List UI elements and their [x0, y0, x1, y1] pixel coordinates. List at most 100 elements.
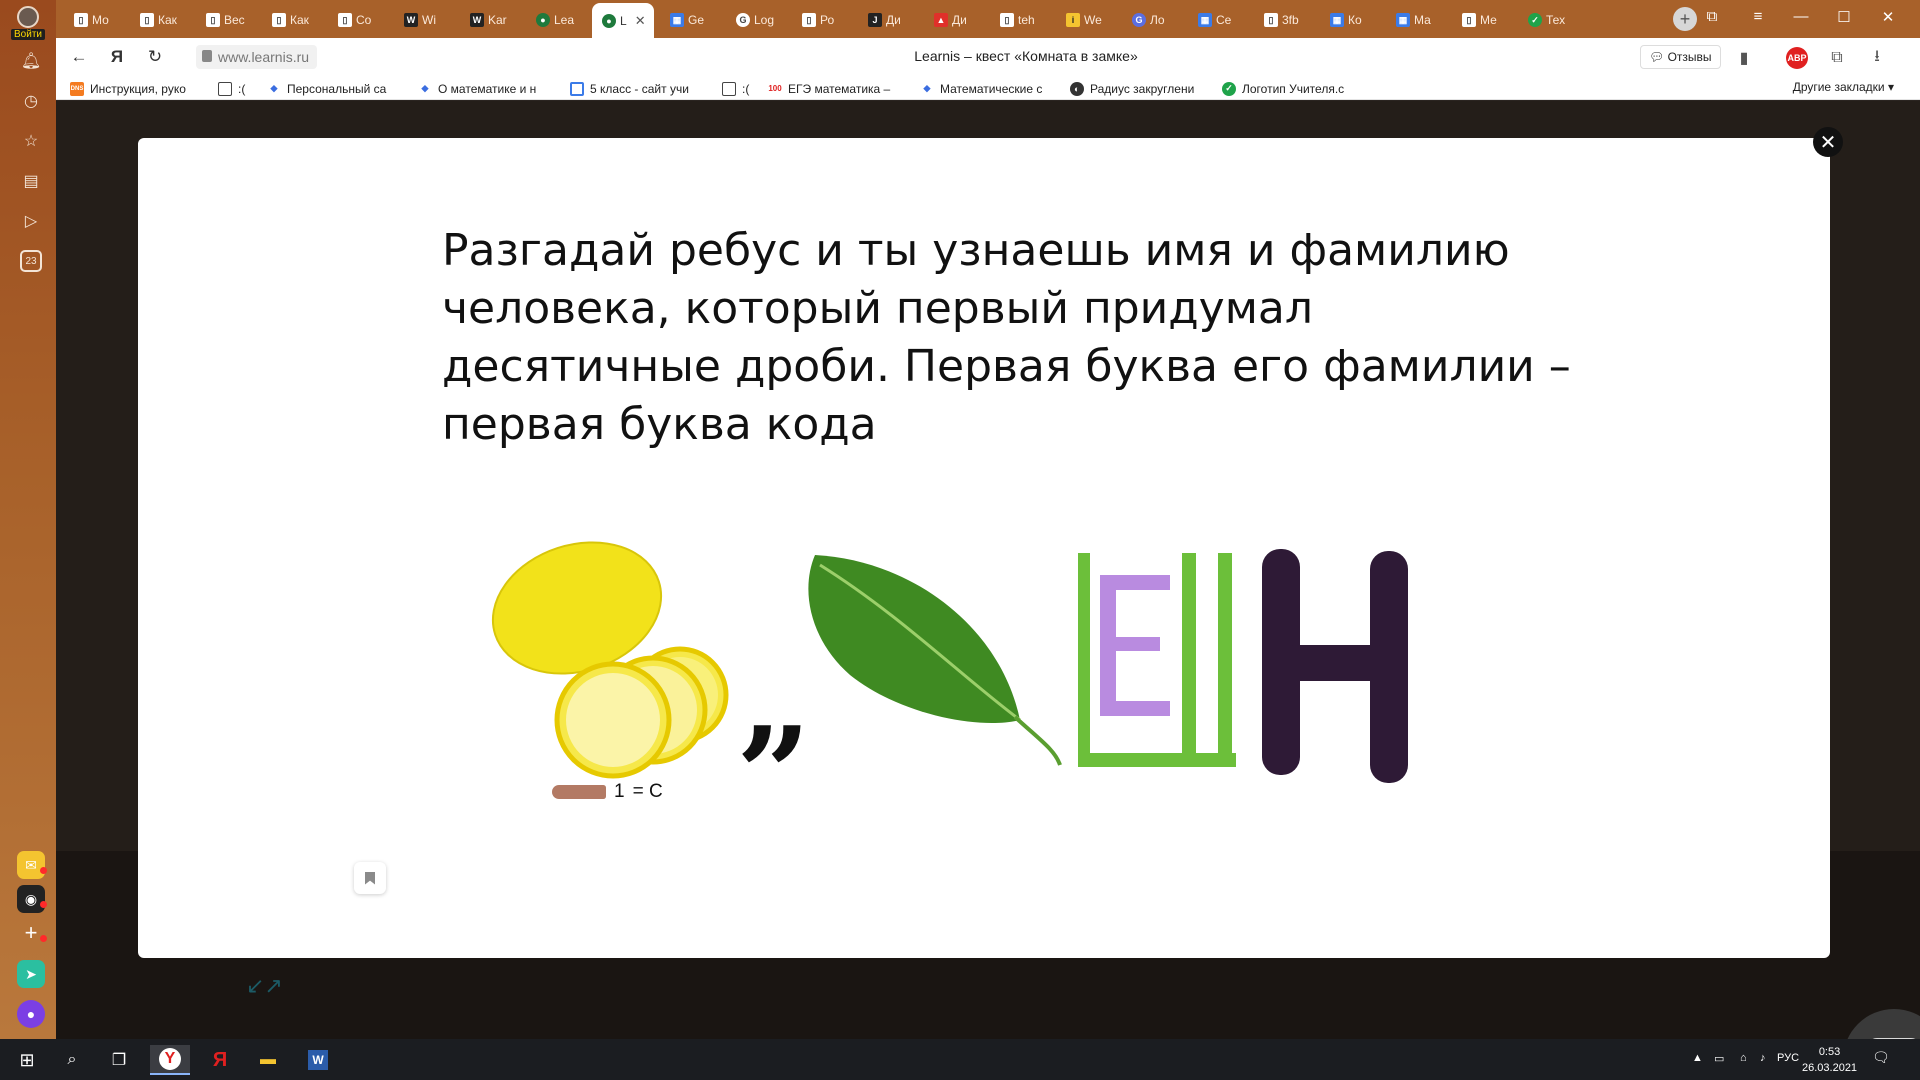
page-title: Learnis – квест «Комната в замке» — [914, 48, 1138, 64]
back-icon[interactable]: ← — [68, 46, 90, 68]
search-icon[interactable]: ⌕ — [55, 1045, 89, 1075]
add-app-icon[interactable]: + — [17, 919, 47, 947]
bookmark-item[interactable]: :( — [722, 80, 758, 97]
page-icon: ▯ — [272, 13, 286, 27]
tab[interactable]: G Log — [726, 6, 786, 34]
learnis-icon: ● — [602, 13, 616, 28]
tab[interactable]: ▯ Как — [130, 6, 190, 34]
star-icon[interactable]: ☆ — [20, 130, 42, 152]
other-bookmarks[interactable]: Другие закладки ▾ — [1793, 80, 1894, 94]
tab[interactable]: G Ло — [1122, 6, 1182, 34]
history-icon[interactable]: ◷ — [20, 90, 42, 112]
file-explorer-icon[interactable]: ▬ — [248, 1045, 288, 1075]
hundred-icon: 100 — [768, 84, 782, 93]
check-icon: ✓ — [1528, 13, 1542, 27]
volume-icon[interactable]: ♪ — [1760, 1052, 1766, 1064]
windows-start-icon[interactable]: ⊞ — [10, 1045, 44, 1075]
logo-icon: G — [736, 13, 750, 27]
bookmark-icon — [365, 871, 375, 885]
word-icon[interactable]: W — [298, 1045, 338, 1075]
bookmark-item[interactable]: ◆ Математические с — [920, 80, 1058, 97]
tab[interactable]: ▯ 3fb — [1254, 6, 1314, 34]
yandex-browser-taskbar-icon[interactable]: Y — [150, 1045, 190, 1075]
bookmark-item[interactable]: DNS Инструкция, руко — [70, 80, 210, 97]
maximize-icon[interactable]: ☐ — [1832, 8, 1856, 26]
bell-icon[interactable]: 🔔︎ — [20, 50, 42, 72]
tab[interactable]: ▦ Се — [1188, 6, 1248, 34]
bookmark-add-icon[interactable]: ▮ — [1733, 47, 1755, 69]
notifications-icon[interactable]: 🗨︎ — [1872, 1049, 1890, 1066]
alice-icon[interactable]: ● — [17, 1000, 45, 1028]
messenger-app-icon[interactable]: ➤ — [17, 960, 45, 988]
language-indicator[interactable]: РУС — [1777, 1052, 1799, 1064]
hint-number: 1 — [614, 781, 625, 802]
music-app-icon[interactable]: ◉ — [17, 885, 47, 913]
reload-icon[interactable]: ↻ — [144, 46, 166, 68]
yandex-home-icon[interactable]: Я — [106, 46, 128, 68]
url-text: www.learnis.ru — [218, 49, 310, 65]
tab-active[interactable]: ● L ✕ — [592, 3, 654, 38]
save-bookmark-button[interactable] — [354, 862, 386, 894]
avatar-icon — [17, 6, 39, 28]
mail-app-icon[interactable]: ✉ — [17, 851, 47, 879]
calendar-day: 23 — [25, 255, 37, 267]
bookmark-item[interactable]: :( — [218, 80, 254, 97]
reviews-button[interactable]: 💬︎ Отзывы — [1640, 45, 1721, 69]
task-view-icon[interactable]: ❐ — [102, 1045, 136, 1075]
tab[interactable]: ▦ Ко — [1320, 6, 1380, 34]
tab[interactable]: i We — [1056, 6, 1116, 34]
collections-icon[interactable]: ▤ — [20, 170, 42, 192]
calendar-icon[interactable]: 23 — [20, 250, 42, 272]
tab[interactable]: ▯ teh — [990, 6, 1050, 34]
clock[interactable]: 0:53 26.03.2021 — [1802, 1044, 1857, 1076]
bookmark-item[interactable]: ◆ Персональный са — [267, 80, 387, 97]
page-icon: ▯ — [206, 13, 220, 27]
bookmark-item[interactable]: 5 класс - сайт учи — [570, 80, 704, 97]
bookmark-item[interactable]: ◆ О математике и н — [418, 80, 548, 97]
tab[interactable]: ▦ Ма — [1386, 6, 1446, 34]
tab[interactable]: ▯ Ро — [792, 6, 852, 34]
menu-icon[interactable]: ≡ — [1746, 8, 1770, 25]
j-icon: J — [868, 13, 882, 27]
rebus-picture: ” 1 = С — [480, 535, 1460, 840]
play-icon[interactable]: ▷ — [20, 210, 42, 232]
new-tab-button[interactable]: + — [1673, 7, 1697, 31]
close-window-icon[interactable]: ✕ — [1876, 8, 1900, 26]
login-button[interactable]: Войти — [8, 6, 48, 40]
tab[interactable]: ▯ Мо — [64, 6, 124, 34]
tab[interactable]: W Kar — [460, 6, 520, 34]
pointing-hand-icon — [552, 785, 606, 799]
wix-icon: W — [470, 13, 484, 27]
minimize-icon[interactable]: — — [1789, 8, 1813, 25]
tab[interactable]: ▯ Вес — [196, 6, 256, 34]
network-icon[interactable]: ⌂ — [1740, 1052, 1747, 1064]
tab[interactable]: ▯ Со — [328, 6, 388, 34]
downloads-icon[interactable]: ⭳ — [1866, 47, 1888, 69]
tray-expand-icon[interactable]: ▲ — [1692, 1052, 1703, 1064]
tabs-menu-icon[interactable]: ⧉ — [1700, 8, 1724, 25]
tab[interactable]: ▲ Ди — [924, 6, 984, 34]
letter-n-image — [1262, 549, 1408, 783]
tab[interactable]: W Wi — [394, 6, 454, 34]
tab[interactable]: ● Lea — [526, 6, 586, 34]
adblock-icon[interactable]: ABP — [1786, 47, 1808, 69]
expand-arrows-icon[interactable]: ↙↗ — [246, 973, 283, 999]
battery-icon[interactable]: ▭ — [1714, 1052, 1724, 1065]
leaf-image — [808, 555, 1062, 766]
yandex-taskbar-icon[interactable]: Я — [200, 1045, 240, 1075]
bookmark-item[interactable]: ✓ Логотип Учителя.с — [1222, 80, 1362, 97]
bookmarks-bar: DNS Инструкция, руко :( ◆ Персональный са … — [56, 76, 1920, 100]
task-text: Разгадай ребус и ты узнаешь имя и фамили… — [442, 225, 1571, 450]
bookmark-item[interactable]: ◐ Радиус закруглени — [1070, 80, 1210, 97]
hint-replace: = С — [632, 781, 663, 802]
url-field[interactable]: www.learnis.ru — [196, 45, 318, 69]
bookmark-item[interactable]: 100 ЕГЭ математика – — [768, 80, 908, 97]
tab[interactable]: ✓ Тех — [1518, 6, 1578, 34]
tab[interactable]: J Ди — [858, 6, 918, 34]
tab[interactable]: ▦ Ge — [660, 6, 720, 34]
tab[interactable]: ▯ Как — [262, 6, 322, 34]
modal-close-button[interactable]: ✕ — [1813, 127, 1843, 157]
close-tab-icon[interactable]: ✕ — [635, 13, 646, 29]
tab[interactable]: ▯ Ме — [1452, 6, 1512, 34]
extensions-icon[interactable]: ⧉ — [1826, 47, 1848, 69]
